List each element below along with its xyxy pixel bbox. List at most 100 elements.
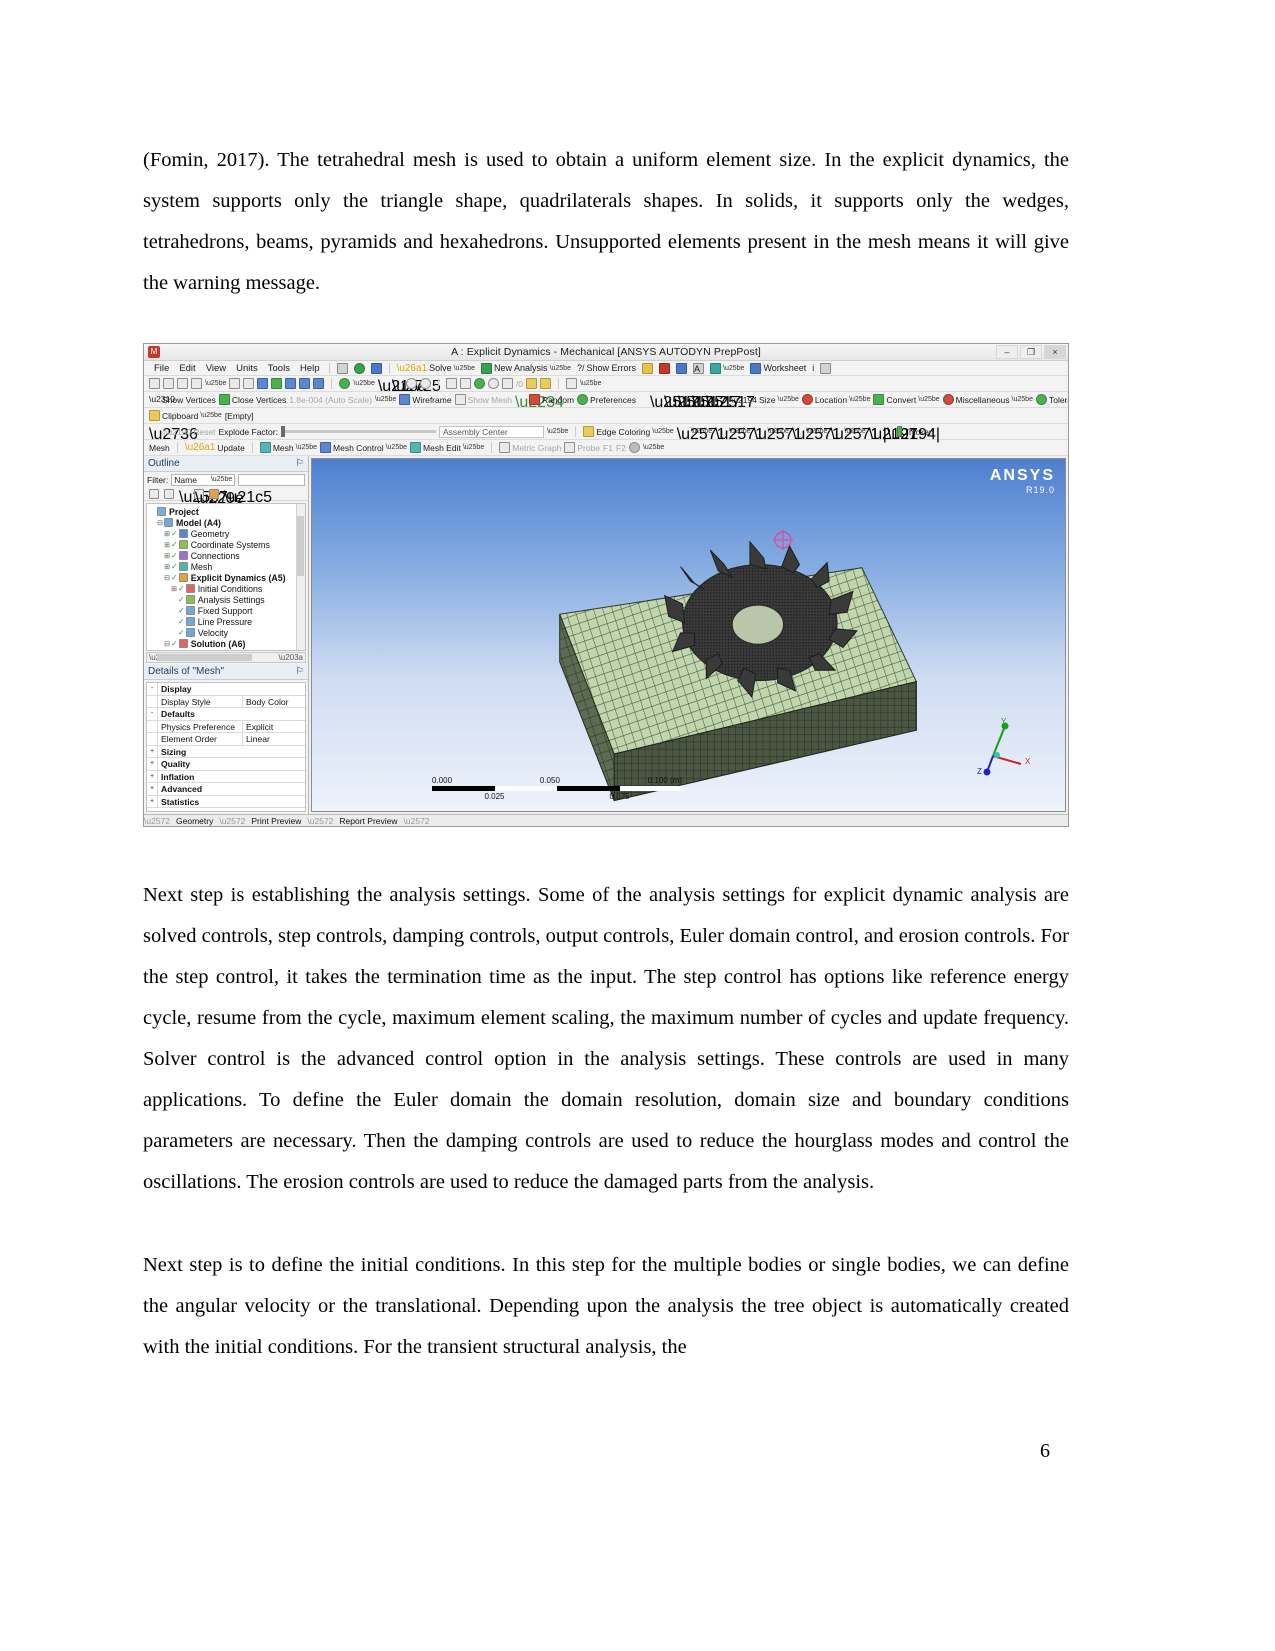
collapse-icon[interactable]: ⊟ [163,574,171,582]
rotate-icon[interactable]: \u21ba [378,378,427,395]
explode-factor-slider[interactable] [280,426,436,437]
green-check-icon[interactable] [351,362,368,374]
annotation-icon[interactable]: A [690,362,707,374]
tolerances-button[interactable]: Tolerances [1035,394,1068,405]
edge-thick-icon[interactable]: \u2517 [678,394,727,411]
edge-style-5-icon[interactable]: \u2571 [830,426,879,443]
solve-button[interactable]: \u26a1 Solve \u25be [394,363,479,374]
details-row[interactable]: + Sizing [147,745,305,758]
tree-node-analysis-settings[interactable]: ✓ Analysis Settings [149,594,305,605]
tree-node-coordinate-systems[interactable]: ⊞ ✓ Coordinate Systems [149,539,305,550]
select-face-icon[interactable] [177,378,188,389]
sort-az-icon[interactable]: \u21c5 [224,489,272,506]
tree-node-connections[interactable]: ⊞ ✓ Connections [149,550,305,561]
extend-to-adjacent-icon[interactable] [299,378,311,389]
menu-view[interactable]: View [201,363,231,374]
chevron-down-icon[interactable]: \u25be [200,412,221,419]
expand-all-icon[interactable] [149,488,159,499]
magnify-icon[interactable] [459,378,471,389]
scroll-right-arrow[interactable]: \u203a [279,653,303,662]
chevron-down-icon[interactable]: \u25be [353,380,374,387]
extend-to-limits-icon[interactable] [313,378,325,389]
details-row[interactable]: Element Order Linear [147,733,305,746]
edge-max-icon[interactable]: \u2517 [706,394,755,411]
details-row[interactable]: - Defaults [147,708,305,721]
close-button[interactable]: × [1044,345,1066,359]
edge-style-3-icon[interactable]: \u2571 [754,426,803,443]
clipboard-button[interactable]: Clipboard \u25be [149,410,222,421]
show-errors-button[interactable]: ?/ Show Errors [574,363,639,373]
chevron-down-icon[interactable]: \u25be [205,380,226,387]
chevron-down-icon[interactable]: \u25be [849,396,870,403]
box-select-icon[interactable] [243,378,255,389]
metric-graph-button[interactable]: Metric Graph [499,442,561,453]
filter-combo[interactable]: Name \u25be [171,473,236,486]
close-vertices-button[interactable]: Close Vertices [218,394,286,405]
chevron-down-icon[interactable]: \u25be [691,428,712,435]
select-body-icon[interactable] [191,378,202,389]
expand-icon[interactable]: ⊞ [163,552,171,560]
menu-tools[interactable]: Tools [263,363,295,374]
details-row-value[interactable]: Linear [243,733,305,745]
figure-icon[interactable]: \u25be [707,362,747,374]
expand-icon[interactable]: + [147,770,158,782]
chevron-down-icon[interactable]: \u25be [454,365,475,372]
select-edge-icon[interactable] [163,378,174,389]
collapse-icon[interactable]: ⊟ [156,519,164,527]
collapse-icon[interactable]: ⊟ [163,640,171,648]
tree-node-line-pressure[interactable]: ✓ Line Pressure [149,616,305,627]
tab-geometry[interactable]: Geometry [170,816,219,826]
lasso-icon[interactable] [271,378,283,389]
chevron-down-icon[interactable]: \u25be [806,428,827,435]
expand-icon[interactable]: + [147,758,158,770]
mesh-menu-button[interactable]: Mesh \u25be [259,442,317,453]
tree-node-project[interactable]: Project [149,506,305,517]
print-preview-icon[interactable] [539,378,551,389]
look-at-icon[interactable] [525,378,537,389]
chevron-down-icon[interactable]: \u25be [211,476,232,483]
pin-icon[interactable]: ⚐ [295,458,304,469]
update-button[interactable]: \u26a1 Update [185,442,245,453]
details-row[interactable]: + Statistics [147,795,305,808]
preferences-button[interactable]: Preferences [577,394,636,405]
expand-node-icon[interactable]: \u229e [194,488,244,507]
chevron-down-icon[interactable]: \u25be [580,380,601,387]
expand-icon[interactable]: ⊞ [163,530,171,538]
lasso-volume-icon[interactable] [285,378,297,389]
collapse-all-icon[interactable] [164,488,174,499]
image-icon[interactable] [673,362,690,374]
expand-icon[interactable]: ⊞ [170,585,178,593]
scrollbar-thumb[interactable] [297,516,304,576]
f2-button[interactable]: F2 [616,443,626,453]
reset-button[interactable]: |\u2190 Reset [163,427,215,437]
chevron-down-icon[interactable]: \u25be [296,444,317,451]
expand-icon[interactable]: + [147,795,158,807]
graphics-viewport[interactable]: ANSYS R19.0 0.000 0.050 0.100 (m) 0.025 … [311,458,1066,812]
connect-icon[interactable] [368,362,385,374]
location-button[interactable]: Location \u25be [801,394,870,405]
chevron-down-icon[interactable]: \u25be [918,396,939,403]
expand-icon[interactable]: ⊞ [163,563,171,571]
tag-icon[interactable] [817,362,834,374]
chevron-down-icon[interactable]: \u25be [844,428,865,435]
edge-heavy-icon[interactable]: \u2517 [692,394,741,411]
chevron-down-icon[interactable]: \u25be [652,428,673,435]
edge-med-icon[interactable]: \u2517 [664,394,713,411]
chevron-down-icon[interactable]: \u25be [778,396,799,403]
outline-tree[interactable]: Project ⊟ Model (A4) ⊞ ✓ Geometry ⊞ ✓ Coordinate… [146,503,306,651]
collapse-icon[interactable]: - [147,708,158,720]
info-icon[interactable]: i [809,363,817,373]
tab-report-preview[interactable]: Report Preview [333,816,403,826]
wireframe-button[interactable]: Wireframe [399,394,452,405]
details-row[interactable]: + Quality [147,758,305,771]
restore-button[interactable]: ❐ [1020,345,1042,359]
mesh-edit-button[interactable]: Mesh Edit \u25be [410,442,484,453]
f1-button[interactable]: F1 [603,443,613,453]
coordinate-triad[interactable]: X Y Z [967,716,1037,776]
set-iso-icon[interactable] [501,378,513,389]
named-selection-icon[interactable] [639,362,656,374]
details-row[interactable]: + Advanced [147,783,305,796]
slider-knob[interactable] [280,426,285,437]
chevron-down-icon[interactable]: \u25be [643,444,664,451]
tree-node-geometry[interactable]: ⊞ ✓ Geometry [149,528,305,539]
